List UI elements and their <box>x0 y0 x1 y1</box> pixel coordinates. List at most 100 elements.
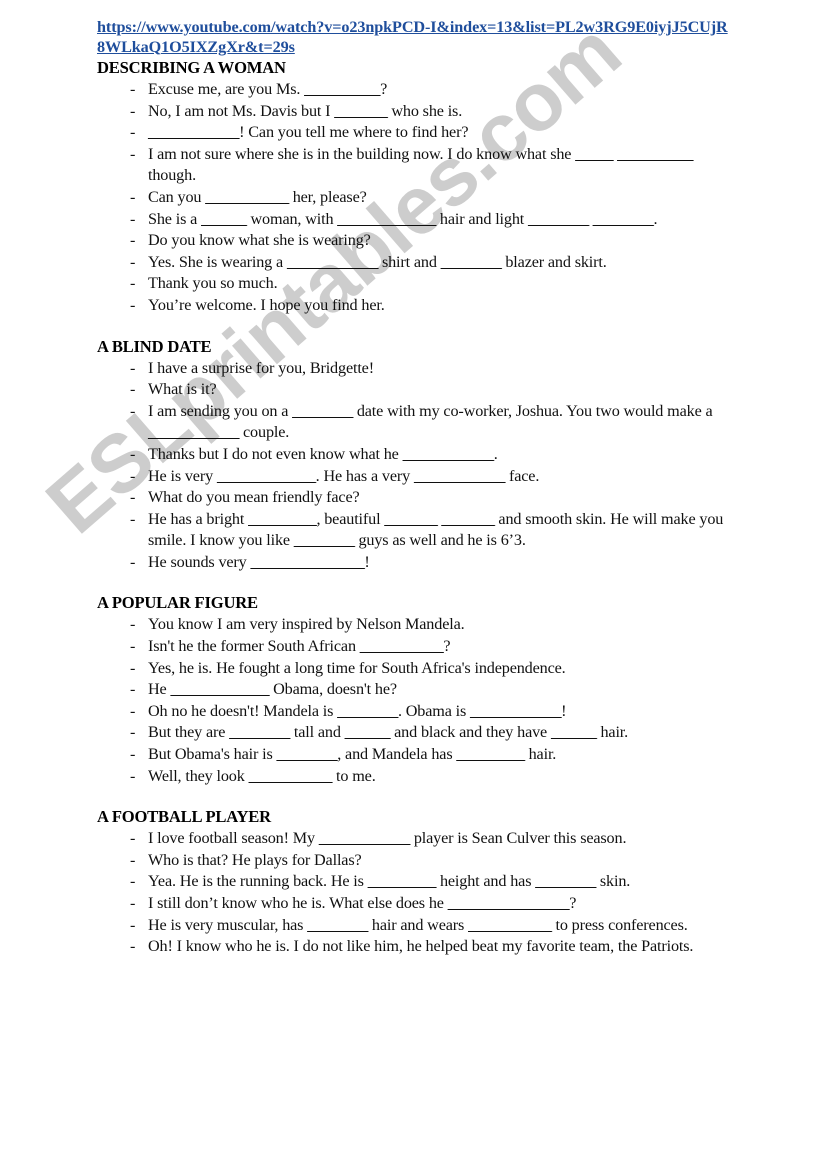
fill-in-blank[interactable]: ____________ <box>470 702 562 720</box>
dialogue-line: - He is very muscular, has ________ hair … <box>97 915 735 937</box>
dialogue-line-text: Excuse me, are you Ms. __________? <box>148 80 388 98</box>
dialogue-line: - Yes. She is wearing a ____________ shir… <box>97 252 735 274</box>
dash-bullet: - <box>130 829 136 848</box>
dash-bullet: - <box>130 723 136 742</box>
dash-bullet: - <box>130 872 136 891</box>
sections-container: DESCRIBING A WOMAN - Excuse me, are you Ms… <box>97 57 735 958</box>
dialogue-line-text: What do you mean friendly face? <box>148 488 360 507</box>
dialogue-line: - Yea. He is the running back. He is ____… <box>97 871 735 893</box>
dialogue-line: - Who is that? He plays for Dallas? <box>97 850 735 872</box>
dash-bullet: - <box>130 252 136 271</box>
dialogue-list: - You know I am very inspired by Nelson M… <box>97 614 735 787</box>
dialogue-line-text: Oh! I know who he is. I do not like him,… <box>148 937 694 956</box>
fill-in-blank[interactable]: ________ <box>337 702 398 720</box>
dialogue-line: - Isn't he the former South African _____… <box>97 636 735 658</box>
dialogue-line: - Can you ___________ her, please? <box>97 187 735 209</box>
section-title: A FOOTBALL PLAYER <box>97 807 271 827</box>
dialogue-line: -I am sending you on a ________ date wit… <box>97 401 735 444</box>
fill-in-blank[interactable]: ________________ <box>448 894 570 912</box>
dialogue-line-text: Do you know what she is wearing? <box>148 231 371 250</box>
dash-bullet: - <box>130 509 136 528</box>
dialogue-line-text: Yea. He is the running back. He is _____… <box>148 872 631 891</box>
youtube-video-link[interactable]: https://www.youtube.com/watch?v=o23npkPC… <box>97 18 735 57</box>
dialogue-list: - Excuse me, are you Ms. __________? - No, … <box>97 79 735 317</box>
dialogue-line: - He is very _____________. He has a very… <box>97 466 735 488</box>
section-title: A BLIND DATE <box>97 336 212 356</box>
fill-in-blank[interactable]: ________ <box>277 745 338 763</box>
fill-in-blank[interactable]: ________ <box>292 402 353 420</box>
fill-in-blank[interactable]: ___________ <box>205 188 289 206</box>
fill-in-blank[interactable]: ________ <box>307 916 368 934</box>
dialogue-line: -I love football season! My ____________… <box>97 828 735 850</box>
dialogue-line-text: I love football season! My ____________ … <box>148 829 627 848</box>
fill-in-blank[interactable]: ________ <box>593 210 654 228</box>
dash-bullet: - <box>130 358 136 377</box>
fill-in-blank[interactable]: _____________ <box>217 467 316 485</box>
fill-in-blank[interactable]: ____________ <box>319 829 411 847</box>
fill-in-blank[interactable]: _________ <box>368 872 437 890</box>
dialogue-line-text: He is very muscular, has ________ hair a… <box>148 915 688 934</box>
dialogue-line-text: I am sending you on a ________ date with… <box>148 401 713 442</box>
dialogue-line: - You know I am very inspired by Nelson M… <box>97 614 735 636</box>
fill-in-blank[interactable]: _______ <box>334 102 388 120</box>
fill-in-blank[interactable]: _________ <box>456 745 525 763</box>
fill-in-blank[interactable]: ___________ <box>360 637 444 655</box>
dialogue-line-text: Yes, he is. He fought a long time for So… <box>148 658 566 677</box>
dash-bullet: - <box>130 552 136 571</box>
dialogue-line-text: I have a surprise for you, Bridgette! <box>148 358 374 377</box>
dialogue-line-text: You’re welcome. I hope you find her. <box>148 295 385 314</box>
dialogue-line-text: What is it? <box>148 380 217 399</box>
dash-bullet: - <box>130 615 136 634</box>
fill-in-blank[interactable]: ________ <box>535 872 596 890</box>
fill-in-blank[interactable]: _____ <box>575 145 613 163</box>
dialogue-line: - Do you know what she is wearing? <box>97 230 735 252</box>
dialogue-line: - Thanks but I do not even know what he _… <box>97 444 735 466</box>
fill-in-blank[interactable]: __________ <box>617 145 693 163</box>
fill-in-blank[interactable]: ____________ <box>148 123 240 141</box>
fill-in-blank[interactable]: _____________ <box>337 210 436 228</box>
dialogue-line-text: ____________! Can you tell me where to f… <box>148 123 469 142</box>
dialogue-line: - No, I am not Ms. Davis but I _______ wh… <box>97 101 735 123</box>
fill-in-blank[interactable]: ______ <box>201 210 247 228</box>
dialogue-line-text: Well, they look ___________ to me. <box>148 766 376 785</box>
dash-bullet: - <box>130 637 136 656</box>
dialogue-line-text: Isn't he the former South African ______… <box>148 637 451 656</box>
dash-bullet: - <box>130 209 136 228</box>
fill-in-blank[interactable]: ______ <box>345 723 391 741</box>
dialogue-line: - What do you mean friendly face? <box>97 487 735 509</box>
fill-in-blank[interactable]: _______________ <box>251 553 365 571</box>
dialogue-line-text: You know I am very inspired by Nelson Ma… <box>148 615 465 634</box>
fill-in-blank[interactable]: _____________ <box>170 680 269 698</box>
fill-in-blank[interactable]: ____________ <box>287 253 379 271</box>
fill-in-blank[interactable]: _________ <box>248 510 317 528</box>
dash-bullet: - <box>130 295 136 314</box>
dash-bullet: - <box>130 101 136 120</box>
fill-in-blank[interactable]: ___________ <box>468 916 552 934</box>
fill-in-blank[interactable]: ________ <box>229 723 290 741</box>
dash-bullet: - <box>130 380 136 399</box>
dialogue-line: - Yes, he is. He fought a long time for S… <box>97 658 735 680</box>
dialogue-line-text: Can you ___________ her, please? <box>148 187 367 206</box>
fill-in-blank[interactable]: ____________ <box>148 423 240 441</box>
dialogue-line-text: Yes. She is wearing a ____________ shirt… <box>148 252 607 271</box>
dialogue-line: - What is it? <box>97 379 735 401</box>
dash-bullet: - <box>130 488 136 507</box>
dialogue-line: - She is a ______ woman, with ___________… <box>97 209 735 231</box>
fill-in-blank[interactable]: ________ <box>294 531 355 549</box>
dash-bullet: - <box>130 937 136 956</box>
fill-in-blank[interactable]: _______ <box>441 510 495 528</box>
fill-in-blank[interactable]: ___________ <box>249 767 333 785</box>
fill-in-blank[interactable]: ____________ <box>414 467 506 485</box>
dash-bullet: - <box>130 444 136 463</box>
fill-in-blank[interactable]: __________ <box>304 80 380 98</box>
dash-bullet: - <box>130 401 136 420</box>
fill-in-blank[interactable]: ________ <box>528 210 589 228</box>
dialogue-line: - You’re welcome. I hope you find her. <box>97 295 735 317</box>
section-title: A POPULAR FIGURE <box>97 593 258 613</box>
fill-in-blank[interactable]: ________ <box>441 253 502 271</box>
fill-in-blank[interactable]: ______ <box>551 723 597 741</box>
fill-in-blank[interactable]: ____________ <box>403 445 495 463</box>
dash-bullet: - <box>130 658 136 677</box>
dialogue-list: -I have a surprise for you, Bridgette! - W… <box>97 358 735 574</box>
fill-in-blank[interactable]: _______ <box>384 510 438 528</box>
